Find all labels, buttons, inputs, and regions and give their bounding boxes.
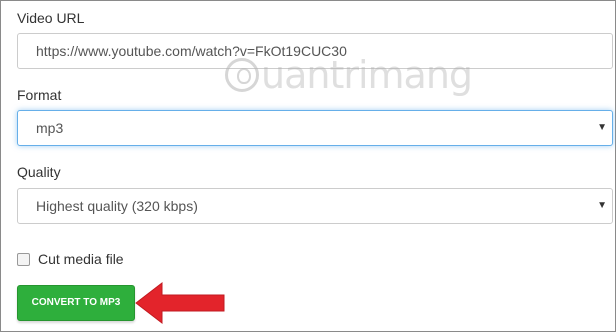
cut-media-label: Cut media file bbox=[38, 251, 124, 267]
convert-to-mp3-button[interactable]: CONVERT TO MP3 bbox=[17, 285, 135, 321]
cut-media-checkbox[interactable] bbox=[17, 252, 30, 266]
quality-selected-value: Highest quality (320 kbps) bbox=[36, 198, 198, 214]
cut-media-row[interactable]: Cut media file bbox=[17, 251, 124, 267]
chevron-down-icon: ▼ bbox=[597, 122, 607, 133]
video-url-input[interactable]: https://www.youtube.com/watch?v=FkOt19CU… bbox=[17, 33, 613, 69]
converter-form-panel: Video URL https://www.youtube.com/watch?… bbox=[0, 0, 616, 332]
chevron-down-icon: ▼ bbox=[597, 200, 607, 211]
format-label: Format bbox=[17, 87, 62, 103]
video-url-label: Video URL bbox=[17, 10, 85, 26]
red-arrow-icon bbox=[135, 281, 225, 325]
quality-label: Quality bbox=[17, 164, 61, 180]
format-selected-value: mp3 bbox=[36, 120, 64, 136]
quality-select[interactable]: Highest quality (320 kbps) ▼ bbox=[17, 188, 613, 224]
format-select[interactable]: mp3 ▼ bbox=[17, 110, 613, 146]
